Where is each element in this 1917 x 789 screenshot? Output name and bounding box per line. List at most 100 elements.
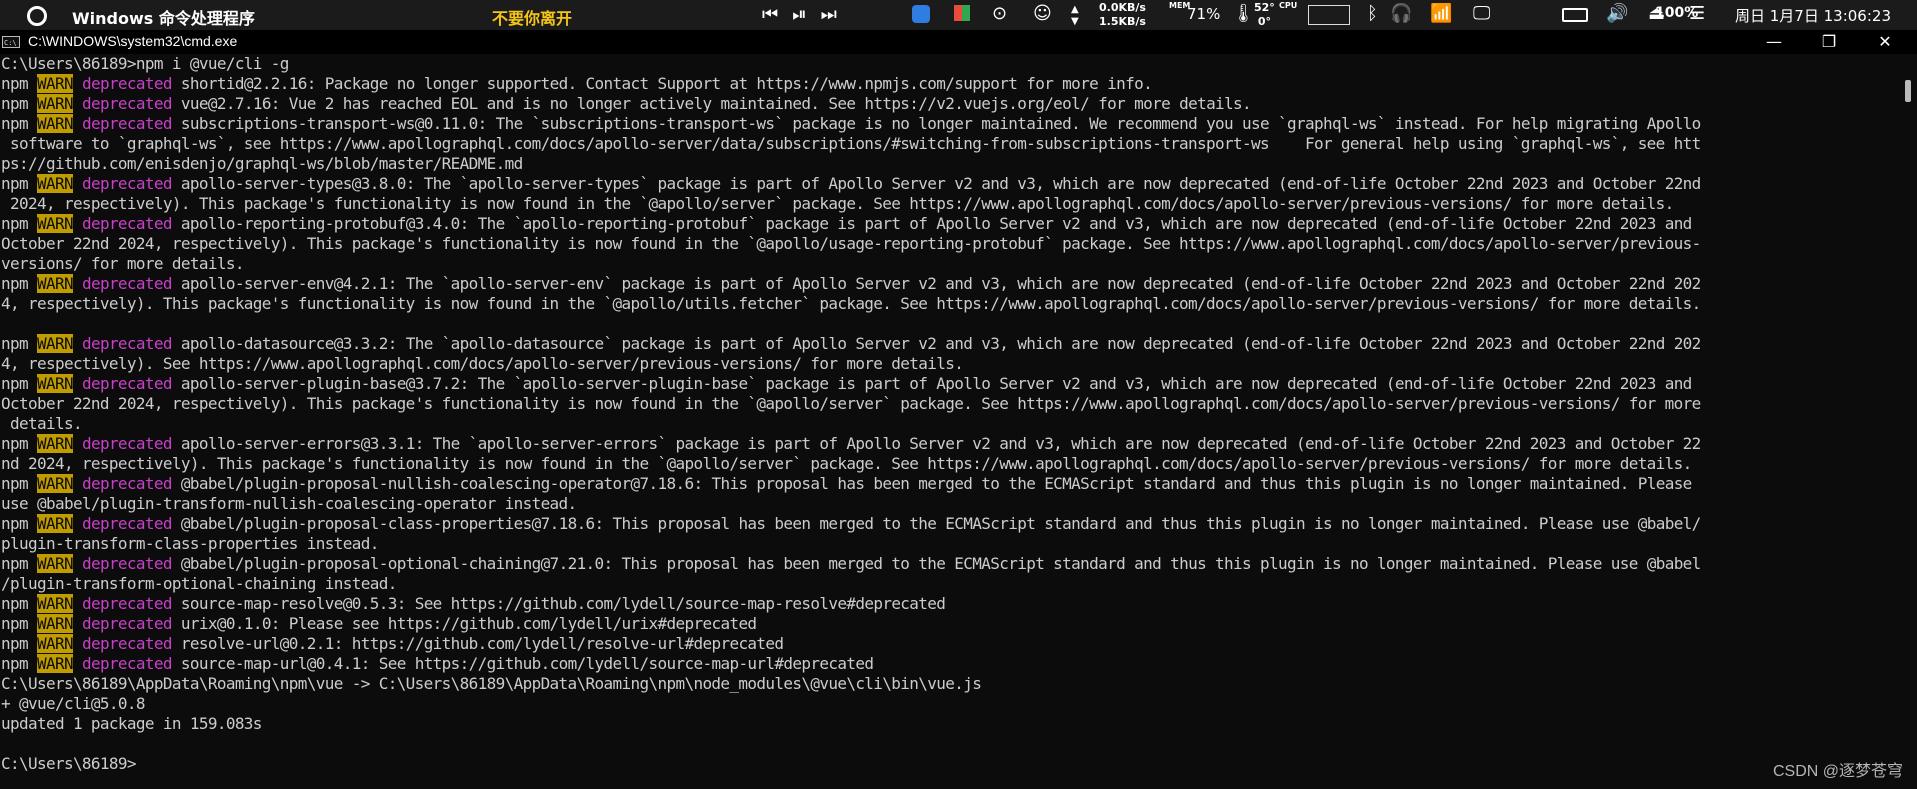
terminal-line: C:\Users\86189>npm i @vue/cli -g	[1, 54, 289, 73]
cpu-temp-extra: 0°	[1257, 15, 1271, 28]
deprecated-label: deprecated	[72, 434, 173, 453]
terminal-line: C:\Users\86189>	[1, 754, 137, 773]
warn-badge: WARN	[36, 74, 74, 93]
npm-prefix: npm	[1, 334, 37, 353]
terminal-line: npm WARN deprecated shortid@2.2.16: Pack…	[1, 74, 1901, 94]
deprecated-label: deprecated	[72, 94, 173, 113]
now-playing-title[interactable]: 不要你离开	[492, 5, 572, 29]
thermometer-icon: 🌡	[1232, 3, 1255, 24]
terminal-line: software to `graphql-ws`, see https://ww…	[1, 134, 1701, 153]
npm-prefix: npm	[1, 614, 37, 633]
circle-start-icon[interactable]	[27, 6, 47, 26]
warning-message: source-map-url@0.4.1: See https://github…	[171, 654, 874, 673]
toggle-icon[interactable]: ☰	[1689, 4, 1705, 24]
deprecated-label: deprecated	[72, 274, 173, 293]
warn-badge: WARN	[36, 654, 74, 673]
warn-badge: WARN	[36, 334, 74, 353]
warning-message: subscriptions-transport-ws@0.11.0: The `…	[171, 114, 1701, 133]
terminal-line: 2024, respectively). This package's func…	[1, 194, 1674, 213]
close-button[interactable]: ✕	[1862, 30, 1908, 54]
terminal-line: npm WARN deprecated @babel/plugin-propos…	[1, 474, 1901, 494]
cpu-graph-icon	[1308, 5, 1350, 25]
volume-icon[interactable]: 🔊	[1606, 4, 1628, 24]
terminal-line: npm WARN deprecated @babel/plugin-propos…	[1, 514, 1901, 534]
scrollbar-thumb[interactable]	[1905, 80, 1911, 102]
terminal-line: npm WARN deprecated apollo-server-plugin…	[1, 374, 1901, 394]
warning-message: resolve-url@0.2.1: https://github.com/ly…	[171, 634, 784, 653]
npm-prefix: npm	[1, 594, 37, 613]
user-tray-icon[interactable]: ☺	[1033, 4, 1052, 24]
app-tray-icon[interactable]	[912, 5, 930, 23]
media-tray-icon[interactable]: ⊙	[992, 4, 1007, 24]
deprecated-label: deprecated	[72, 74, 173, 93]
scrollbar[interactable]	[1900, 54, 1917, 789]
terminal-line: plugin-transform-class-properties instea…	[1, 534, 379, 553]
deprecated-label: deprecated	[72, 554, 173, 573]
npm-prefix: npm	[1, 214, 37, 233]
play-pause-icon[interactable]: ⏯	[792, 4, 806, 25]
watermark: CSDN @逐梦苍穹	[1772, 763, 1903, 780]
battery-icon[interactable]	[1562, 8, 1588, 22]
headphones-icon[interactable]: 🎧	[1390, 4, 1412, 24]
warn-badge: WARN	[36, 114, 74, 133]
taskbar: Windows 命令处理程序 不要你离开 ⏮ ⏯ ⏭ ⊙ ☺ ▲ ▼ 0.0KB/…	[0, 0, 1917, 30]
terminal-line: versions/ for more details.	[1, 254, 244, 273]
wifi-icon[interactable]: 📶	[1430, 4, 1452, 24]
minimize-button[interactable]: —	[1751, 30, 1797, 54]
warn-badge: WARN	[36, 594, 74, 613]
npm-prefix: npm	[1, 514, 37, 533]
npm-prefix: npm	[1, 554, 37, 573]
warn-badge: WARN	[36, 434, 74, 453]
terminal-line: + @vue/cli@5.0.8	[1, 694, 146, 713]
bluetooth-icon[interactable]: ᛒ	[1367, 4, 1378, 24]
npm-prefix: npm	[1, 654, 37, 673]
terminal-output[interactable]: C:\Users\86189>npm i @vue/cli -g npm WARN…	[0, 54, 1901, 789]
warning-message: apollo-reporting-protobuf@3.4.0: The `ap…	[171, 214, 1692, 233]
maximize-button[interactable]: ❐	[1806, 30, 1852, 54]
warn-badge: WARN	[36, 174, 74, 193]
media-controls: ⏮ ⏯ ⏭	[762, 4, 837, 25]
npm-prefix: npm	[1, 94, 37, 113]
npm-prefix: npm	[1, 174, 37, 193]
warning-message: apollo-server-env@4.2.1: The `apollo-ser…	[171, 274, 1701, 293]
terminal-line: npm WARN deprecated source-map-url@0.4.1…	[1, 654, 1901, 674]
terminal-line: npm WARN deprecated apollo-server-types@…	[1, 174, 1901, 194]
mem-label: MEM	[1169, 1, 1191, 10]
terminal-line: details.	[1, 414, 83, 433]
npm-prefix: npm	[1, 474, 37, 493]
deprecated-label: deprecated	[72, 474, 173, 493]
npm-prefix: npm	[1, 634, 37, 653]
cpu-temp-value: 52°	[1254, 1, 1275, 14]
warning-message: shortid@2.2.16: Package no longer suppor…	[171, 74, 1153, 93]
terminal-line: npm WARN deprecated resolve-url@0.2.1: h…	[1, 634, 1901, 654]
cpu-temperature: 52° 0°	[1254, 1, 1275, 29]
window-title: C:\WINDOWS\system32\cmd.exe	[28, 33, 238, 49]
terminal-line: /plugin-transform-optional-chaining inst…	[1, 574, 397, 593]
warn-badge: WARN	[36, 94, 74, 113]
deprecated-label: deprecated	[72, 514, 173, 533]
warning-message: urix@0.1.0: Please see https://github.co…	[171, 614, 757, 633]
net-up: 0.0KB/s	[1099, 1, 1146, 14]
display-icon[interactable]: 🖵	[1473, 4, 1490, 24]
deprecated-label: deprecated	[72, 614, 173, 633]
warning-message: @babel/plugin-proposal-nullish-coalescin…	[171, 474, 1692, 493]
terminal-line: 4, respectively). This package's functio…	[1, 294, 1701, 313]
deprecated-label: deprecated	[72, 334, 173, 353]
previous-track-icon[interactable]: ⏮	[762, 4, 778, 25]
terminal-line: npm WARN deprecated apollo-reporting-pro…	[1, 214, 1901, 234]
warn-badge: WARN	[36, 274, 74, 293]
network-speed-arrows-icon: ▲ ▼	[1071, 4, 1079, 27]
terminal-line: 4, respectively). See https://www.apollo…	[1, 354, 964, 373]
deprecated-label: deprecated	[72, 174, 173, 193]
network-speed-readout: 0.0KB/s 1.5KB/s	[1099, 1, 1146, 29]
deprecated-label: deprecated	[72, 374, 173, 393]
colorful-tray-icon[interactable]	[954, 5, 970, 21]
eject-icon[interactable]: ⏏	[1648, 4, 1665, 24]
terminal-line: npm WARN deprecated urix@0.1.0: Please s…	[1, 614, 1901, 634]
warn-badge: WARN	[36, 514, 74, 533]
cmd-icon[interactable]: C:\	[2, 36, 20, 48]
clock[interactable]: 周日 1月7日 13:06:23	[1735, 5, 1891, 26]
next-track-icon[interactable]: ⏭	[821, 4, 837, 25]
